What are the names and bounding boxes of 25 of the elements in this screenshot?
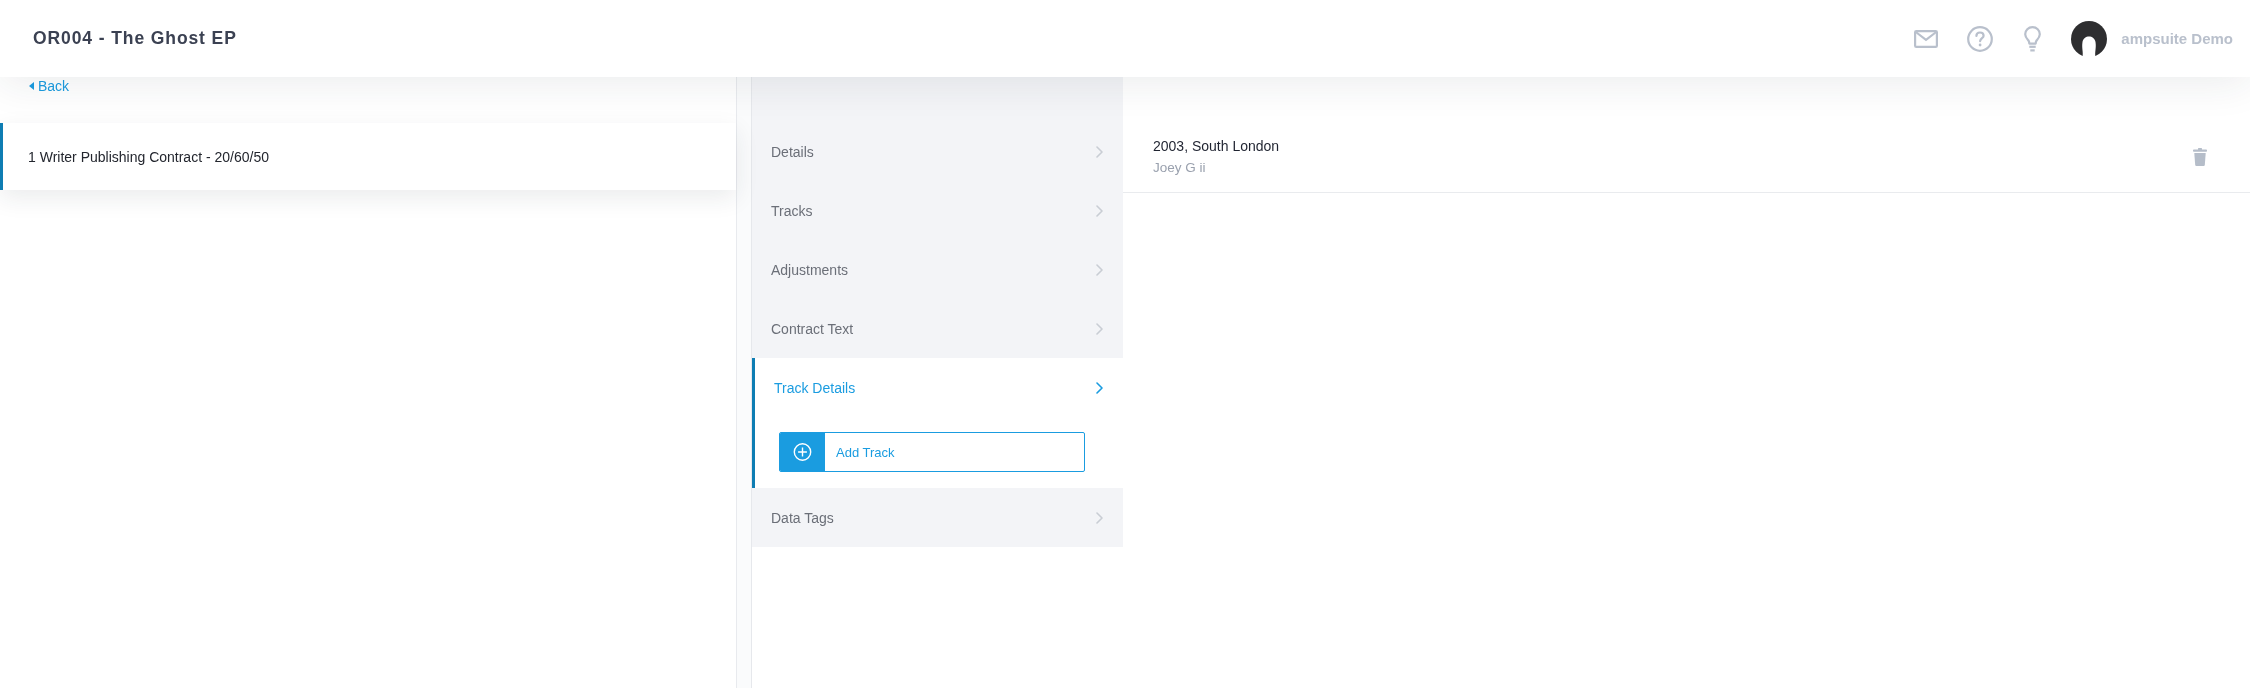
contract-item[interactable]: 1 Writer Publishing Contract - 20/60/50: [0, 123, 736, 190]
mail-icon[interactable]: [1914, 29, 1939, 48]
help-icon[interactable]: [1967, 25, 1994, 52]
trash-icon[interactable]: [2193, 148, 2207, 166]
section-nav-item[interactable]: Details: [752, 122, 1123, 181]
chevron-right-icon: [1096, 145, 1103, 158]
track-title: 2003, South London: [1153, 137, 1280, 156]
section-nav-item[interactable]: Contract Text: [752, 299, 1123, 358]
track-row[interactable]: 2003, South London Joey G ii: [1123, 122, 2250, 193]
back-link[interactable]: Back: [29, 78, 70, 94]
chevron-right-icon: [1096, 322, 1103, 335]
add-track-button[interactable]: Add Track: [779, 432, 1085, 472]
chevron-right-icon: [1096, 381, 1103, 394]
section-nav-item[interactable]: Tracks: [752, 181, 1123, 240]
avatar-icon[interactable]: [2071, 20, 2108, 57]
section-nav-item[interactable]: Data Tags: [752, 488, 1123, 547]
track-writer: Joey G ii: [1153, 159, 1207, 177]
caret-left-icon: [29, 82, 34, 90]
lightbulb-icon[interactable]: [2024, 25, 2042, 52]
page-title: OR004 - The Ghost EP: [33, 28, 237, 49]
chevron-right-icon: [1096, 511, 1103, 524]
section-nav-item[interactable]: Adjustments: [752, 240, 1123, 299]
section-nav-item[interactable]: Track Details: [752, 358, 1123, 417]
chevron-right-icon: [1096, 204, 1103, 217]
chevron-right-icon: [1096, 263, 1103, 276]
